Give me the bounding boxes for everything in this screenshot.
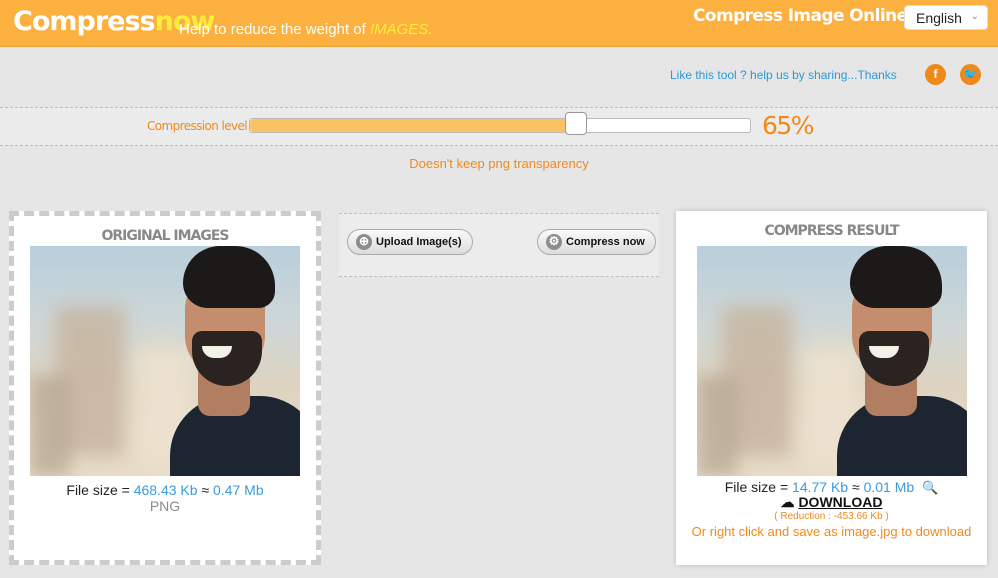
original-panel: ORIGINAL IMAGES File size = 468.43 Kb ≈ … bbox=[9, 211, 321, 565]
original-title: ORIGINAL IMAGES bbox=[101, 228, 229, 244]
tagline: Help to reduce the weight of IMAGES. bbox=[179, 21, 432, 38]
original-size-mb: 0.47 Mb bbox=[213, 482, 264, 498]
original-format: PNG bbox=[149, 498, 181, 514]
original-file-size: File size = 468.43 Kb ≈ 0.47 Mb bbox=[66, 482, 264, 498]
twitter-icon[interactable]: 🐦 bbox=[960, 64, 981, 85]
transparency-note: Doesn't keep png transparency bbox=[409, 156, 589, 171]
logo-main: Compress bbox=[13, 6, 156, 37]
compression-slider[interactable] bbox=[249, 118, 751, 133]
language-select[interactable]: English ⌄ bbox=[904, 5, 988, 30]
facebook-icon[interactable]: f bbox=[925, 64, 946, 85]
share-text[interactable]: Like this tool ? help us by sharing...Th… bbox=[670, 68, 897, 82]
download-hint: Or right click and save as image.jpg to … bbox=[691, 524, 972, 539]
compression-value: 65% bbox=[762, 111, 815, 140]
slider-handle[interactable] bbox=[565, 112, 588, 135]
gear-icon: ⚙ bbox=[546, 234, 562, 250]
upload-icon: ⊕ bbox=[356, 234, 372, 250]
tagline-accent: IMAGES. bbox=[369, 21, 433, 38]
compress-button[interactable]: ⚙ Compress now bbox=[537, 229, 656, 255]
download-link[interactable]: ☁ DOWNLOAD bbox=[676, 494, 987, 511]
upload-button[interactable]: ⊕ Upload Image(s) bbox=[347, 229, 473, 255]
language-value: English bbox=[916, 10, 962, 26]
chevron-down-icon: ⌄ bbox=[970, 11, 979, 22]
tagline-text: Help to reduce the weight of bbox=[179, 21, 366, 38]
page-title: Compress Image Online bbox=[693, 6, 908, 26]
result-image[interactable] bbox=[697, 246, 967, 476]
original-size-kb: 468.43 Kb bbox=[133, 482, 198, 498]
result-size-mb: 0.01 Mb bbox=[863, 479, 915, 495]
result-size-kb: 14.77 Kb bbox=[792, 479, 849, 495]
original-image bbox=[30, 246, 300, 476]
reduction-text: ( Reduction : -453.66 Kb ) bbox=[774, 511, 889, 522]
slider-fill bbox=[250, 119, 577, 132]
compression-label: Compression level bbox=[147, 119, 248, 133]
result-title: COMPRESS RESULT bbox=[764, 223, 899, 239]
cloud-download-icon: ☁ bbox=[780, 494, 795, 510]
result-panel: COMPRESS RESULT File size = 14.77 Kb ≈ 0… bbox=[676, 211, 987, 565]
header-bar: Compressnow Help to reduce the weight of… bbox=[0, 0, 998, 47]
